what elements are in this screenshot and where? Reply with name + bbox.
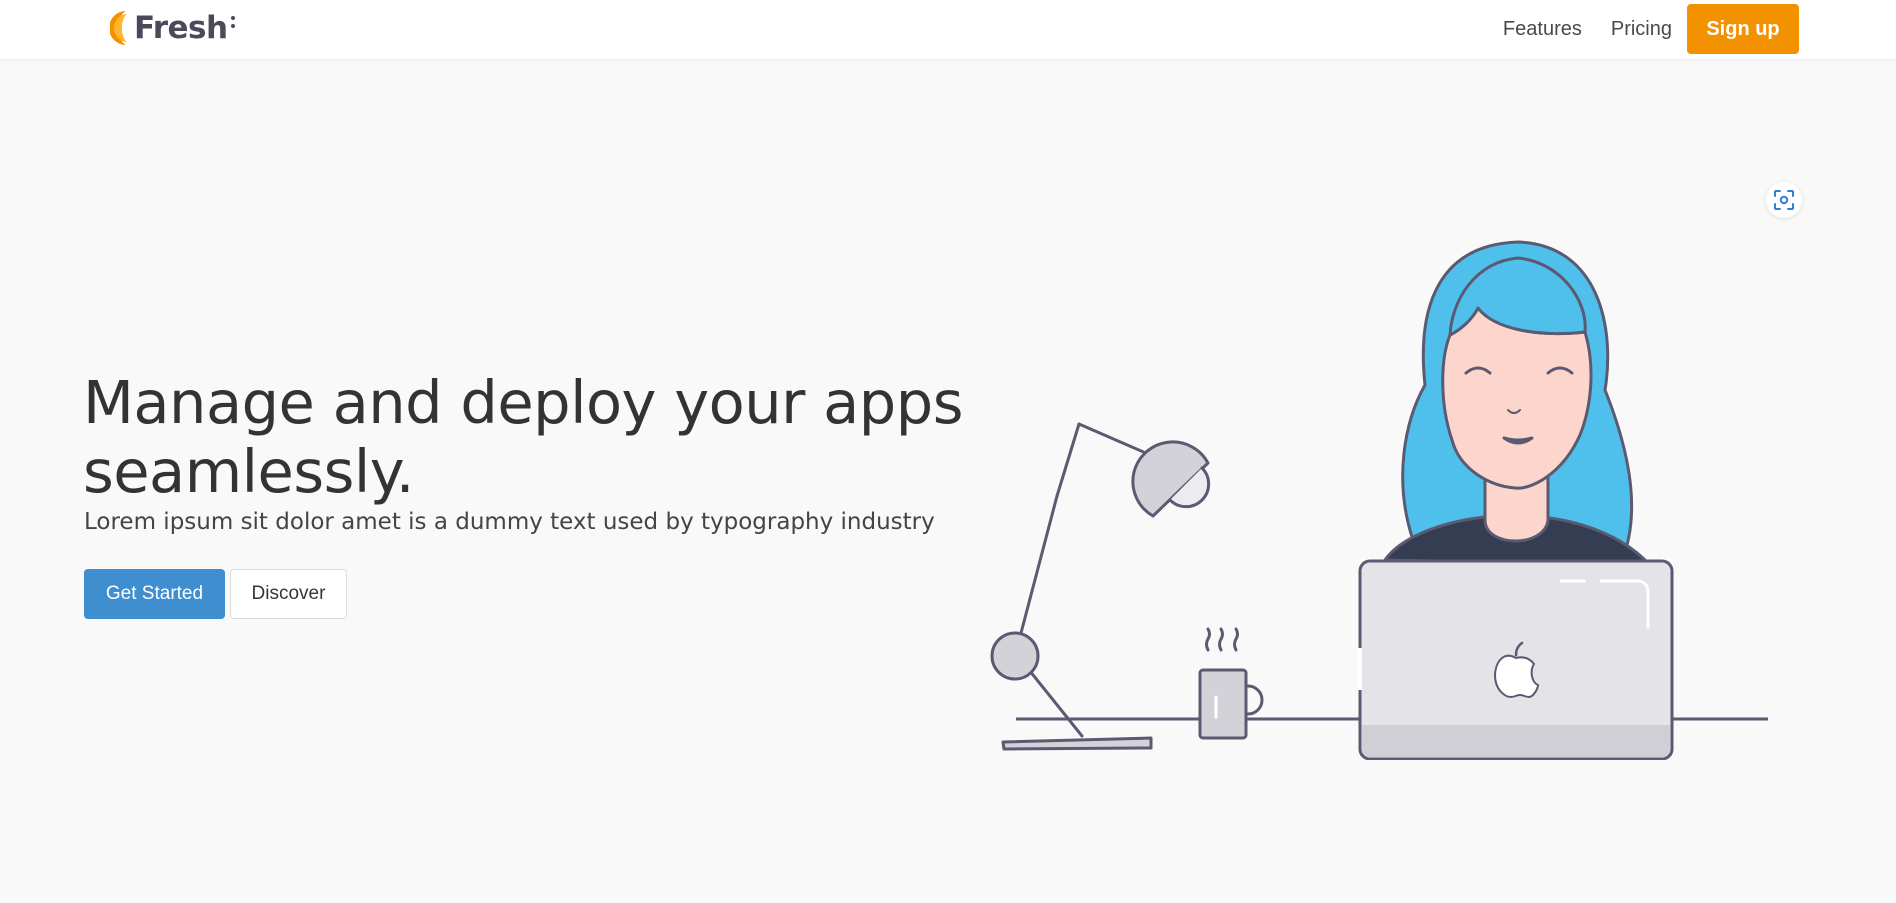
logo[interactable]: Fresh xyxy=(110,8,237,48)
person xyxy=(1383,240,1652,580)
desk-lamp xyxy=(990,422,1211,751)
hero-subtitle: Lorem ipsum sit dolor amet is a dummy te… xyxy=(84,509,935,535)
logo-dots-icon xyxy=(230,16,235,28)
hero-title-line-1: Manage and deploy your apps xyxy=(83,368,963,437)
get-started-button[interactable]: Get Started xyxy=(84,569,225,619)
coffee-mug xyxy=(1198,627,1264,740)
nav-link-features[interactable]: Features xyxy=(1503,18,1582,41)
scan-icon xyxy=(1774,190,1794,210)
discover-button[interactable]: Discover xyxy=(230,569,347,619)
laptop xyxy=(1358,559,1674,760)
signup-button[interactable]: Sign up xyxy=(1687,4,1799,54)
navbar: Fresh Features Pricing Sign up xyxy=(0,0,1896,59)
logo-text: Fresh xyxy=(134,10,228,46)
nav-links: Features Pricing Sign up xyxy=(1503,4,1799,54)
hero-title: Manage and deploy your apps seamlessly. xyxy=(83,368,983,506)
scan-button[interactable] xyxy=(1766,182,1802,218)
nav-link-pricing[interactable]: Pricing xyxy=(1611,18,1672,41)
fresh-logo-icon xyxy=(110,11,127,45)
hero-title-line-2: seamlessly. xyxy=(83,437,414,506)
woman-at-laptop-illustration xyxy=(990,240,1768,760)
